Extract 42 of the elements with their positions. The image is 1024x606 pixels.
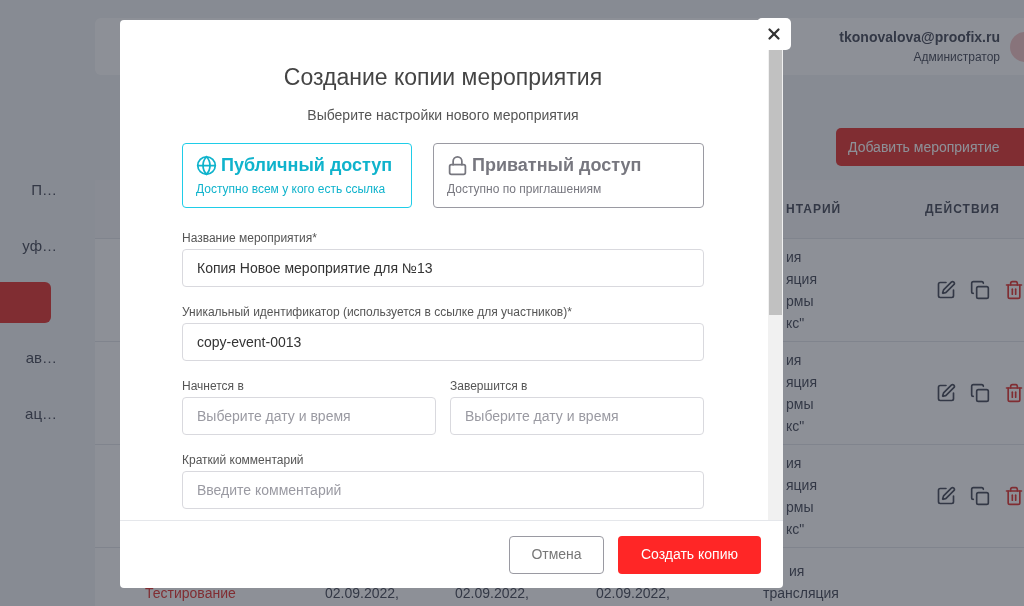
sidebar-item[interactable]: ац… (0, 394, 57, 435)
create-copy-button[interactable]: Создать копию (618, 535, 761, 574)
table-cell-text: ия (786, 351, 803, 370)
dialog-title: Создание копии мероприятия (282, 63, 604, 92)
table-cell-text: яция (786, 270, 818, 289)
user-email: tkonovalova@proofix.ru (839, 28, 1000, 47)
input-field[interactable]: Введите комментарий (182, 470, 704, 509)
table-cell-text: рмы (786, 395, 815, 414)
add-event-button[interactable]: Добавить мероприятие (836, 128, 1024, 166)
field-label: Завершится в (450, 377, 529, 394)
table-cell-text: рмы (786, 498, 815, 517)
access-option[interactable]: Приватный доступ Доступно по приглашениям (433, 142, 704, 208)
field-label: Название мероприятия* (182, 229, 318, 246)
table-cell-text: рмы (786, 292, 815, 311)
table-cell-text: яция (786, 373, 818, 392)
table-cell-text: кс" (786, 520, 806, 539)
sidebar-item[interactable]: уф… (0, 226, 57, 267)
field-label: Краткий комментарий (182, 451, 305, 468)
table-cell-text: ия (786, 248, 803, 267)
table-cell-text: ия (786, 454, 803, 473)
field-label: Уникальный идентификатор (используется в ссылке для участников)* (182, 303, 573, 320)
dialog-subtitle: Выберите настройки нового мероприятия (306, 105, 580, 125)
table-cell-text: ия (789, 562, 806, 581)
table-cell-text: 02.09.2022, (325, 584, 400, 603)
column-header: НТАРИЙ (786, 200, 843, 218)
input-field[interactable]: copy-event-0013 (182, 322, 704, 361)
table-cell-text: кс" (786, 314, 806, 333)
input-field[interactable]: Выберите дату и время (450, 396, 704, 435)
table-cell-text: трансляция (763, 584, 839, 603)
user-role: Администратор (913, 49, 1000, 66)
column-header: ДЕЙСТВИЯ (925, 200, 1000, 218)
sidebar-item[interactable]: П… (0, 170, 57, 211)
access-option[interactable]: Публичный доступ Доступно всем у кого есть ссылка (182, 142, 412, 208)
table-cell-text: кс" (786, 417, 806, 436)
table-cell-text: 02.09.2022, (596, 584, 671, 603)
input-field[interactable]: Копия Новое мероприятие для №13 (182, 248, 704, 287)
table-cell-text: яция (786, 476, 818, 495)
field-label: Начнется в (182, 377, 245, 394)
sidebar-item[interactable]: ав… (0, 338, 57, 379)
table-cell-text: 02.09.2022, (455, 584, 530, 603)
input-field[interactable]: Выберите дату и время (182, 396, 436, 435)
cancel-button[interactable]: Отмена (509, 535, 604, 574)
